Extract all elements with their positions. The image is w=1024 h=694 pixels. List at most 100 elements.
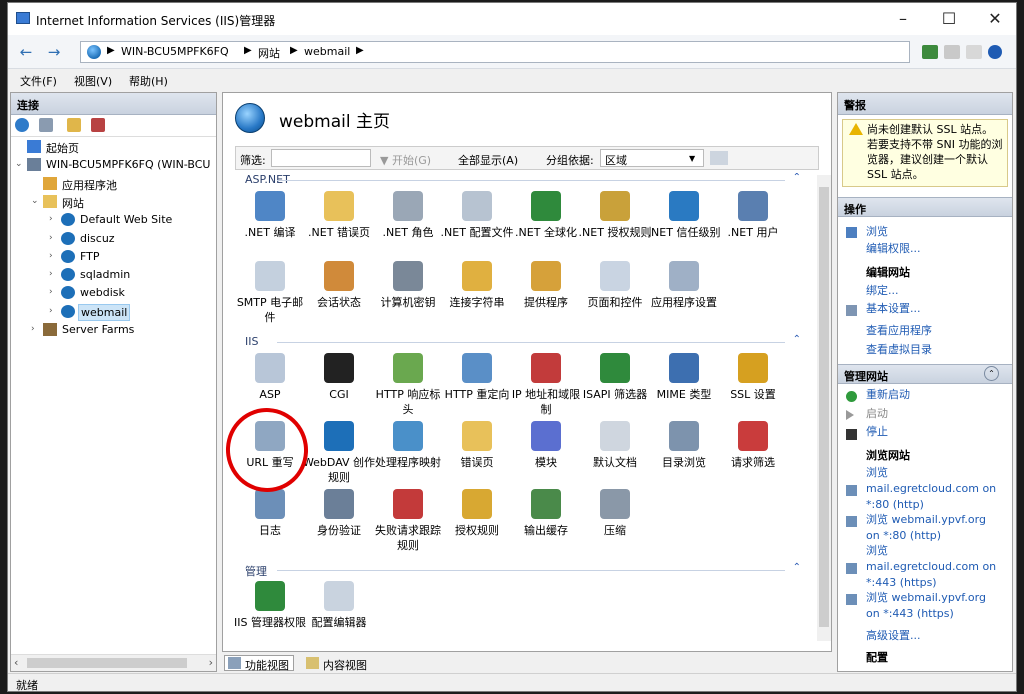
feature-item[interactable]: 请求筛选 <box>718 421 788 489</box>
action-basic-settings[interactable]: 基本设置... <box>866 301 921 316</box>
browse-link-1c[interactable]: *:80 (http) <box>866 497 924 512</box>
forward-arrow-icon[interactable]: → <box>42 42 66 62</box>
view-mode-icon[interactable] <box>710 151 728 165</box>
tree-item[interactable]: › webdisk <box>11 285 211 302</box>
menu-file[interactable]: 文件(F) <box>20 73 57 89</box>
feature-item[interactable]: HTTP 重定向 <box>442 353 512 421</box>
feature-item[interactable]: 目录浏览 <box>649 421 719 489</box>
feature-item[interactable]: .NET 配置文件 <box>441 191 513 259</box>
feature-item[interactable]: 连接字符串 <box>442 261 512 329</box>
feature-item[interactable]: .NET 信任级别 <box>648 191 720 259</box>
expanded-icon[interactable]: ⌄ <box>15 159 23 169</box>
scrollbar-thumb[interactable] <box>819 187 829 627</box>
feature-item[interactable]: IIS 管理器权限 <box>235 581 306 643</box>
action-edit-permissions[interactable]: 编辑权限... <box>866 241 921 256</box>
action-bindings[interactable]: 绑定... <box>866 283 899 298</box>
tree-item[interactable]: 起始页 <box>11 139 211 156</box>
expanded-icon[interactable]: ⌄ <box>31 196 39 206</box>
collapsed-icon[interactable]: › <box>49 306 53 316</box>
action-browse[interactable]: 浏览 <box>866 224 888 239</box>
feature-item[interactable]: 失败请求跟踪规则 <box>373 489 443 557</box>
feature-item[interactable]: 输出缓存 <box>511 489 581 557</box>
menu-help[interactable]: 帮助(H) <box>129 73 168 89</box>
browse-link-4b[interactable]: on *:443 (https) <box>866 606 954 621</box>
feature-item[interactable]: 模块 <box>511 421 581 489</box>
browse-link-1a[interactable]: 浏览 <box>866 465 888 480</box>
breadcrumb-webmail[interactable]: webmail <box>304 45 350 58</box>
browse-link-3a[interactable]: 浏览 <box>866 543 888 558</box>
tree-item[interactable]: › webmail <box>11 303 211 321</box>
tree-item[interactable]: ⌄ WIN-BCU5MPFK6FQ (WIN-BCU <box>11 157 211 174</box>
scrollbar-thumb[interactable] <box>27 658 187 668</box>
connect-globe-icon[interactable] <box>15 118 29 132</box>
refresh-icon[interactable] <box>922 45 938 59</box>
action-view-applications[interactable]: 查看应用程序 <box>866 323 932 338</box>
action-advanced-settings[interactable]: 高级设置... <box>866 628 921 643</box>
action-stop[interactable]: 停止 <box>866 424 888 439</box>
scroll-right-icon[interactable]: › <box>209 656 213 669</box>
help-icon[interactable] <box>988 45 1002 59</box>
filter-input[interactable] <box>271 149 371 167</box>
home-icon[interactable] <box>966 45 982 59</box>
feature-item[interactable]: 计算机密钥 <box>373 261 443 329</box>
feature-item[interactable]: 应用程序设置 <box>649 261 719 329</box>
browse-link-2a[interactable]: 浏览 webmail.ypvf.org <box>866 512 986 527</box>
collapsed-icon[interactable]: › <box>49 214 53 224</box>
collapsed-icon[interactable]: › <box>49 251 53 261</box>
feature-item[interactable]: MIME 类型 <box>649 353 719 421</box>
browse-link-4a[interactable]: 浏览 webmail.ypvf.org <box>866 590 986 605</box>
close-button[interactable]: ✕ <box>972 3 1016 35</box>
feature-item[interactable]: IP 地址和域限制 <box>511 353 581 421</box>
browse-link-2b[interactable]: on *:80 (http) <box>866 528 941 543</box>
feature-item[interactable]: SSL 设置 <box>718 353 788 421</box>
start-filter-button[interactable]: ▼ 开始(G) <box>380 152 431 168</box>
disconnect-icon[interactable] <box>91 118 105 132</box>
browse-link-1b[interactable]: mail.egretcloud.com on <box>866 481 996 496</box>
action-view-virtual-dirs[interactable]: 查看虚拟目录 <box>866 342 932 357</box>
feature-item[interactable]: .NET 错误页 <box>304 191 374 259</box>
collapse-group-icon[interactable]: ⌃ <box>793 334 801 345</box>
tree-item[interactable]: › FTP <box>11 249 211 266</box>
feature-item[interactable]: .NET 授权规则 <box>579 191 651 259</box>
maximize-button[interactable]: ☐ <box>926 3 972 35</box>
feature-item[interactable]: 配置编辑器 <box>304 581 374 643</box>
group-by-select[interactable]: 区域 ▼ <box>600 149 704 167</box>
stop-icon[interactable] <box>944 45 960 59</box>
feature-item[interactable]: .NET 全球化 <box>511 191 581 259</box>
tree-item[interactable]: ⌄ 网站 <box>11 194 211 211</box>
tree-item[interactable]: › Server Farms <box>11 322 211 339</box>
collapsed-icon[interactable]: › <box>49 269 53 279</box>
collapsed-icon[interactable]: › <box>49 233 53 243</box>
tab-content-view[interactable]: 内容视图 <box>302 655 372 672</box>
feature-item[interactable]: 压缩 <box>580 489 650 557</box>
breadcrumb-sites[interactable]: 网站 <box>258 45 280 61</box>
tree-item[interactable]: › Default Web Site <box>11 212 211 229</box>
feature-item[interactable]: WebDAV 创作规则 <box>303 421 375 489</box>
menu-view[interactable]: 视图(V) <box>74 73 112 89</box>
feature-item[interactable]: 默认文档 <box>580 421 650 489</box>
feature-item[interactable]: 页面和控件 <box>580 261 650 329</box>
browse-link-3c[interactable]: *:443 (https) <box>866 575 937 590</box>
feature-item[interactable]: HTTP 响应标头 <box>373 353 443 421</box>
breadcrumb-server[interactable]: WIN-BCU5MPFK6FQ <box>121 45 229 58</box>
action-restart[interactable]: 重新启动 <box>866 387 910 402</box>
show-all-button[interactable]: 全部显示(A) <box>458 152 518 168</box>
minimize-button[interactable]: – <box>880 3 926 35</box>
feature-item[interactable]: .NET 用户 <box>718 191 788 259</box>
feature-item[interactable]: 授权规则 <box>442 489 512 557</box>
feature-item[interactable]: 会话状态 <box>304 261 374 329</box>
horizontal-scrollbar[interactable]: ‹ › <box>11 654 216 671</box>
breadcrumb[interactable]: ▶ WIN-BCU5MPFK6FQ ▶ 网站 ▶ webmail ▶ <box>80 41 910 63</box>
feature-item[interactable]: ISAPI 筛选器 <box>580 353 650 421</box>
feature-item[interactable]: CGI <box>304 353 374 421</box>
collapsed-icon[interactable]: › <box>49 287 53 297</box>
feature-item[interactable]: 身份验证 <box>304 489 374 557</box>
tree-item[interactable]: › discuz <box>11 231 211 248</box>
tab-features-view[interactable]: 功能视图 <box>224 655 294 672</box>
tree-item[interactable]: 应用程序池 <box>11 176 211 193</box>
save-icon[interactable] <box>39 118 53 132</box>
feature-item[interactable]: .NET 角色 <box>373 191 443 259</box>
collapse-chevron-icon[interactable]: ⌃ <box>984 366 999 381</box>
collapse-group-icon[interactable]: ⌃ <box>793 173 801 183</box>
tree-item[interactable]: › sqladmin <box>11 267 211 284</box>
